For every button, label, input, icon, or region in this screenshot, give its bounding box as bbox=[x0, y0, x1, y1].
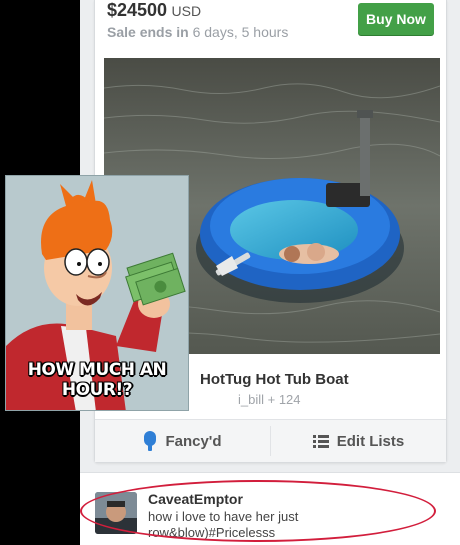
sale-countdown: Sale ends in 6 days, 5 hours bbox=[107, 24, 288, 40]
sale-time: 6 days, 5 hours bbox=[192, 24, 289, 40]
avatar[interactable] bbox=[95, 492, 137, 534]
product-title[interactable]: HotTug Hot Tub Boat bbox=[200, 371, 349, 388]
meme-caption: HOW MUCH AN HOUR!? bbox=[6, 360, 188, 400]
price-row: $24500 USD bbox=[107, 0, 201, 21]
list-icon bbox=[312, 434, 329, 448]
buy-now-button[interactable]: Buy Now bbox=[358, 3, 434, 35]
action-bar: Fancy'd Edit Lists bbox=[95, 420, 446, 462]
price: $24500 bbox=[107, 0, 168, 20]
edit-lists-label: Edit Lists bbox=[336, 432, 405, 450]
comment-author[interactable]: CaveatEmptor bbox=[148, 491, 243, 507]
sale-label: Sale ends in bbox=[107, 24, 189, 40]
currency: USD bbox=[171, 3, 202, 19]
comment: CaveatEmptor how i love to have her just… bbox=[80, 472, 460, 545]
fancy-button[interactable]: Fancy'd bbox=[95, 420, 270, 462]
fancy-label: Fancy'd bbox=[165, 432, 222, 450]
meme-caption-line2: HOUR!? bbox=[61, 380, 133, 400]
meme-caption-line1: HOW MUCH AN bbox=[27, 360, 167, 380]
popsicle-icon bbox=[144, 431, 157, 451]
edit-lists-button[interactable]: Edit Lists bbox=[271, 420, 446, 462]
listing-user[interactable]: i_bill + 124 bbox=[238, 392, 301, 407]
meme-image: HOW MUCH AN HOUR!? bbox=[5, 175, 189, 411]
avatar-photo bbox=[95, 492, 137, 534]
comment-text: how i love to have her just row&blow)#Pr… bbox=[148, 509, 299, 540]
